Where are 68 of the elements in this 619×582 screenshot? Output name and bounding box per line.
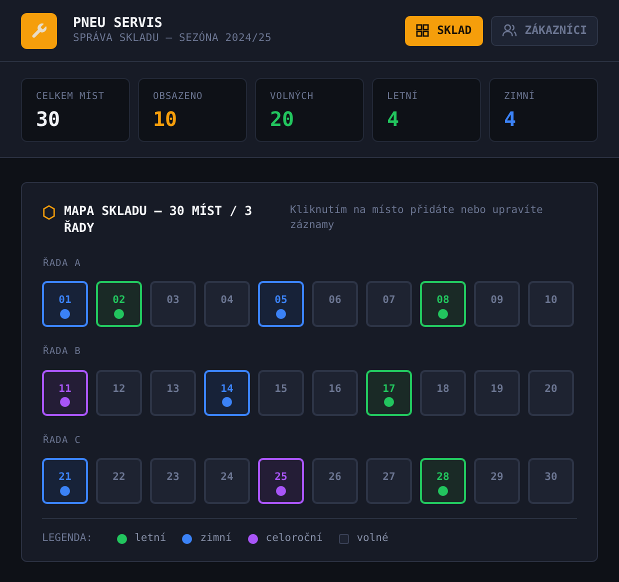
legend-text: volné [356, 530, 388, 546]
status-dot [384, 397, 394, 408]
storage-slot[interactable]: 11 [42, 370, 88, 416]
grid-icon [416, 24, 430, 37]
app-subtitle: SPRÁVA SKLADU — SEZÓNA 2024/25 [73, 30, 272, 46]
storage-slot[interactable]: 28 [420, 458, 466, 504]
stat-value: 20 [270, 107, 296, 132]
status-dot [438, 486, 448, 496]
storage-slot[interactable]: 19 [474, 370, 520, 416]
storage-slot[interactable]: 26 [312, 458, 358, 504]
storage-slot[interactable]: 15 [258, 370, 304, 416]
storage-slot[interactable]: 27 [366, 458, 412, 504]
storage-slot[interactable]: 21 [42, 458, 88, 504]
stat-label: CELKEM MÍST [36, 90, 106, 104]
legend-label: LEGENDA: [42, 530, 93, 546]
storage-slot[interactable]: 22 [96, 458, 142, 504]
legend-text: zimní [200, 530, 232, 546]
storage-slot[interactable]: 13 [150, 370, 196, 416]
status-dot [60, 486, 70, 496]
stat-value: 30 [36, 107, 62, 132]
app-title: PNEU SERVIS [73, 14, 164, 31]
stat-value: 4 [387, 107, 400, 132]
storage-slot[interactable]: 20 [528, 370, 574, 416]
stat-label: LETNÍ [387, 90, 420, 104]
storage-slot[interactable]: 06 [312, 281, 358, 328]
row-label: ŘADA B [43, 345, 82, 360]
storage-slot[interactable]: 16 [312, 370, 358, 416]
wrench-icon [21, 12, 57, 48]
status-dot [222, 397, 232, 408]
stat-value: 4 [504, 107, 518, 132]
status-dot [276, 486, 286, 496]
storage-slot[interactable]: 10 [528, 281, 574, 328]
stat-value: 10 [153, 107, 178, 132]
row-label: ŘADA C [43, 434, 82, 448]
legend-text: letní [134, 530, 166, 546]
storage-slot[interactable]: 17 [366, 370, 412, 416]
stat-label: VOLNÝCH [270, 90, 315, 104]
hexagon-icon [42, 205, 56, 220]
storage-slot[interactable]: 12 [96, 370, 142, 416]
storage-slot[interactable]: 03 [150, 281, 196, 328]
stat-label: OBSAZENO [153, 90, 204, 104]
map-title: MAPA SKLADU — 30 MÍST / 3 ŘADY [64, 203, 254, 237]
nav-tab[interactable]: ZÁKAZNÍCI [490, 16, 598, 46]
status-dot [60, 309, 70, 319]
storage-slot[interactable]: 04 [204, 281, 250, 328]
status-dot [438, 309, 448, 319]
stat-label: ZIMNÍ [504, 90, 536, 104]
storage-slot[interactable]: 25 [258, 458, 304, 504]
storage-slot[interactable]: 01 [42, 281, 88, 328]
users-icon [502, 24, 517, 37]
status-dot [114, 309, 124, 319]
storage-slot[interactable]: 09 [474, 281, 520, 328]
storage-slot[interactable]: 07 [366, 281, 412, 328]
storage-slot[interactable]: 29 [474, 458, 520, 504]
storage-slot[interactable]: 02 [96, 281, 142, 328]
status-dot [276, 309, 286, 319]
row-label: ŘADA A [43, 257, 82, 271]
nav-tab[interactable]: SKLAD [405, 16, 483, 46]
storage-slot[interactable]: 05 [258, 281, 304, 328]
storage-slot[interactable]: 18 [420, 370, 466, 416]
storage-slot[interactable]: 24 [204, 458, 250, 504]
storage-slot[interactable]: 08 [420, 281, 466, 328]
storage-slot[interactable]: 23 [150, 458, 196, 504]
map-hint: Kliknutím na místo přidáte nebo upravíte záznamy [290, 203, 544, 233]
legend-text: celoroční [266, 530, 323, 546]
storage-slot[interactable]: 14 [204, 370, 250, 416]
storage-slot[interactable]: 30 [528, 458, 574, 504]
status-dot [60, 397, 70, 408]
